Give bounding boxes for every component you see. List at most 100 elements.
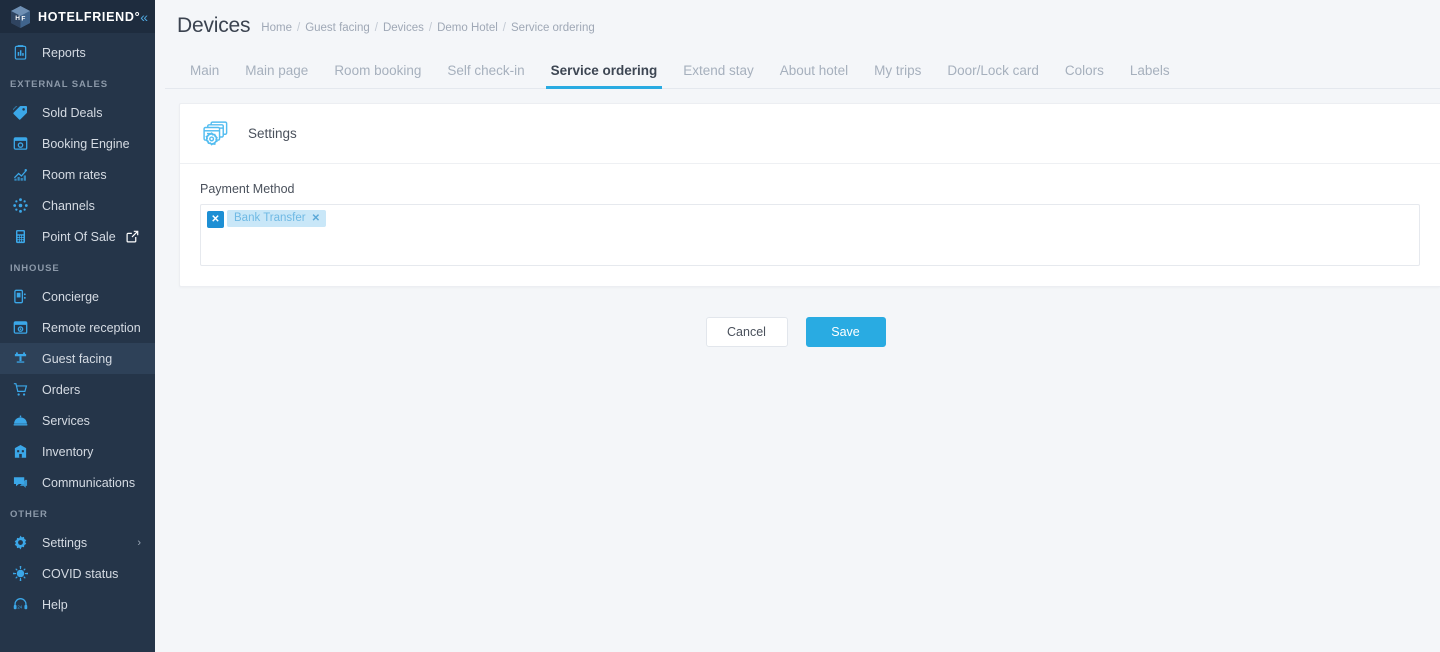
app-root: H F HOTELFRIEND° « Reports EXTERNAL SALE… bbox=[0, 0, 1440, 652]
breadcrumb-separator: / bbox=[428, 22, 433, 34]
sidebar-item-label: Sold Deals bbox=[42, 105, 103, 120]
tab-main[interactable]: Main bbox=[177, 63, 232, 88]
sidebar-item-orders[interactable]: Orders bbox=[0, 374, 155, 405]
sidebar-item-channels[interactable]: Channels bbox=[0, 190, 155, 221]
tag-icon bbox=[10, 103, 30, 123]
breadcrumb-item-home[interactable]: Home bbox=[261, 22, 292, 34]
sidebar-item-label: Reports bbox=[42, 45, 86, 60]
form-actions: Cancel Save bbox=[165, 317, 1440, 347]
brand-header[interactable]: H F HOTELFRIEND° « bbox=[0, 0, 155, 33]
breadcrumb-separator: / bbox=[374, 22, 378, 34]
tab-about-hotel[interactable]: About hotel bbox=[767, 63, 861, 88]
sidebar-item-label: Communications bbox=[42, 475, 136, 490]
sidebar-item-guest-facing[interactable]: Guest facing bbox=[0, 343, 155, 374]
breadcrumb-item-guest-facing[interactable]: Guest facing bbox=[305, 22, 370, 34]
tab-service-ordering[interactable]: Service ordering bbox=[538, 63, 671, 89]
sidebar-item-label: Services bbox=[42, 413, 90, 428]
sidebar: H F HOTELFRIEND° « Reports EXTERNAL SALE… bbox=[0, 0, 155, 652]
sidebar-section-other: OTHER bbox=[10, 509, 48, 520]
breadcrumb-item-devices[interactable]: Devices bbox=[383, 22, 424, 34]
sidebar-item-point-of-sale[interactable]: Point Of Sale bbox=[0, 221, 155, 252]
sidebar-item-label: Remote reception bbox=[42, 320, 141, 335]
svg-text:H: H bbox=[15, 15, 20, 22]
sidebar-item-label: Orders bbox=[42, 382, 81, 397]
network-nodes-icon bbox=[10, 196, 30, 216]
breadcrumb-separator: / bbox=[502, 22, 506, 34]
tab-self-check-in[interactable]: Self check-in bbox=[434, 63, 537, 88]
sidebar-item-booking-engine[interactable]: Booking Engine bbox=[0, 128, 155, 159]
chat-bubbles-icon bbox=[10, 473, 30, 493]
sidebar-item-settings[interactable]: Settings › bbox=[0, 527, 155, 558]
room-service-bell-icon bbox=[10, 411, 30, 431]
tab-extend-stay[interactable]: Extend stay bbox=[670, 63, 767, 88]
sidebar-item-label: Room rates bbox=[42, 167, 107, 182]
cancel-button[interactable]: Cancel bbox=[705, 317, 788, 347]
mobile-concierge-icon bbox=[10, 287, 30, 307]
sidebar-item-label: Channels bbox=[42, 198, 95, 213]
sidebar-item-inventory[interactable]: Inventory bbox=[0, 436, 155, 467]
sidebar-item-label: Point Of Sale bbox=[42, 229, 116, 244]
save-button[interactable]: Save bbox=[805, 317, 886, 347]
calculator-pos-icon bbox=[10, 227, 30, 247]
tab-room-booking[interactable]: Room booking bbox=[321, 63, 434, 88]
settings-card-title: Settings bbox=[248, 126, 297, 141]
breadcrumb-item-service-ordering[interactable]: Service ordering bbox=[511, 22, 595, 34]
sidebar-item-room-rates[interactable]: Room rates bbox=[0, 159, 155, 190]
chevron-double-left-icon[interactable]: « bbox=[140, 10, 148, 24]
virus-icon bbox=[10, 564, 30, 584]
svg-text:24: 24 bbox=[17, 605, 22, 610]
sidebar-item-concierge[interactable]: Concierge bbox=[0, 281, 155, 312]
settings-card: Settings Payment Method ✕ Bank Transfer … bbox=[179, 103, 1440, 287]
clear-all-icon[interactable]: ✕ bbox=[207, 211, 224, 228]
chevron-right-icon[interactable]: › bbox=[137, 537, 141, 549]
browser-window-icon bbox=[10, 134, 30, 154]
sidebar-item-label: Concierge bbox=[42, 289, 99, 304]
clipboard-report-icon bbox=[10, 43, 30, 63]
reception-screen-icon bbox=[10, 318, 30, 338]
sidebar-section-external-sales: EXTERNAL SALES bbox=[10, 79, 108, 90]
chip-remove-icon[interactable]: ✕ bbox=[312, 213, 320, 224]
settings-card-header: Settings bbox=[180, 104, 1440, 164]
tab-colors[interactable]: Colors bbox=[1052, 63, 1117, 88]
main-content: Devices Home / Guest facing / Devices / … bbox=[165, 0, 1440, 652]
sidebar-item-services[interactable]: Services bbox=[0, 405, 155, 436]
page-title: Devices bbox=[177, 14, 251, 37]
gear-icon bbox=[10, 533, 30, 553]
payment-method-multiselect[interactable]: ✕ Bank Transfer ✕ bbox=[200, 204, 1420, 266]
guest-facing-icon bbox=[10, 349, 30, 369]
sidebar-item-label: Settings bbox=[42, 535, 88, 550]
sidebar-item-reports[interactable]: Reports bbox=[0, 37, 155, 68]
breadcrumb-item-demo-hotel[interactable]: Demo Hotel bbox=[437, 22, 498, 34]
sidebar-nav: Reports EXTERNAL SALES Sold Deals Bookin… bbox=[0, 33, 155, 620]
sidebar-item-covid-status[interactable]: COVID status bbox=[0, 558, 155, 589]
brand-name: HOTELFRIEND° bbox=[38, 9, 141, 24]
svg-text:F: F bbox=[21, 15, 25, 22]
breadcrumb-separator: / bbox=[296, 22, 301, 34]
tab-labels[interactable]: Labels bbox=[1117, 63, 1183, 88]
tab-door-lock-card[interactable]: Door/Lock card bbox=[934, 63, 1052, 88]
external-link-icon[interactable] bbox=[126, 230, 139, 243]
chart-line-icon bbox=[10, 165, 30, 185]
cube-hf-logo-icon: H F bbox=[10, 5, 31, 29]
sidebar-item-sold-deals[interactable]: Sold Deals bbox=[0, 97, 155, 128]
inventory-box-icon bbox=[10, 442, 30, 462]
payment-method-label: Payment Method bbox=[200, 182, 295, 196]
tab-main-page[interactable]: Main page bbox=[232, 63, 321, 88]
chip-label: Bank Transfer bbox=[234, 212, 306, 224]
sidebar-item-label: Help bbox=[42, 597, 68, 612]
sidebar-item-communications[interactable]: Communications bbox=[0, 467, 155, 498]
sidebar-item-label: Inventory bbox=[42, 444, 94, 459]
tab-my-trips[interactable]: My trips bbox=[861, 63, 934, 88]
settings-card-body: Payment Method ✕ Bank Transfer ✕ bbox=[180, 164, 1440, 286]
sidebar-item-label: COVID status bbox=[42, 566, 119, 581]
page-header: Devices Home / Guest facing / Devices / … bbox=[165, 0, 1440, 52]
payment-method-chip[interactable]: Bank Transfer ✕ bbox=[227, 210, 326, 227]
sidebar-item-help[interactable]: 24 Help bbox=[0, 589, 155, 620]
sidebar-item-label: Booking Engine bbox=[42, 136, 130, 151]
headset-support-icon: 24 bbox=[10, 595, 30, 615]
sidebar-item-remote-reception[interactable]: Remote reception bbox=[0, 312, 155, 343]
sidebar-item-label: Guest facing bbox=[42, 351, 113, 366]
tab-bar: Main Main page Room booking Self check-i… bbox=[165, 52, 1440, 89]
settings-windows-gear-icon bbox=[200, 119, 230, 149]
sidebar-section-inhouse: INHOUSE bbox=[10, 263, 60, 274]
